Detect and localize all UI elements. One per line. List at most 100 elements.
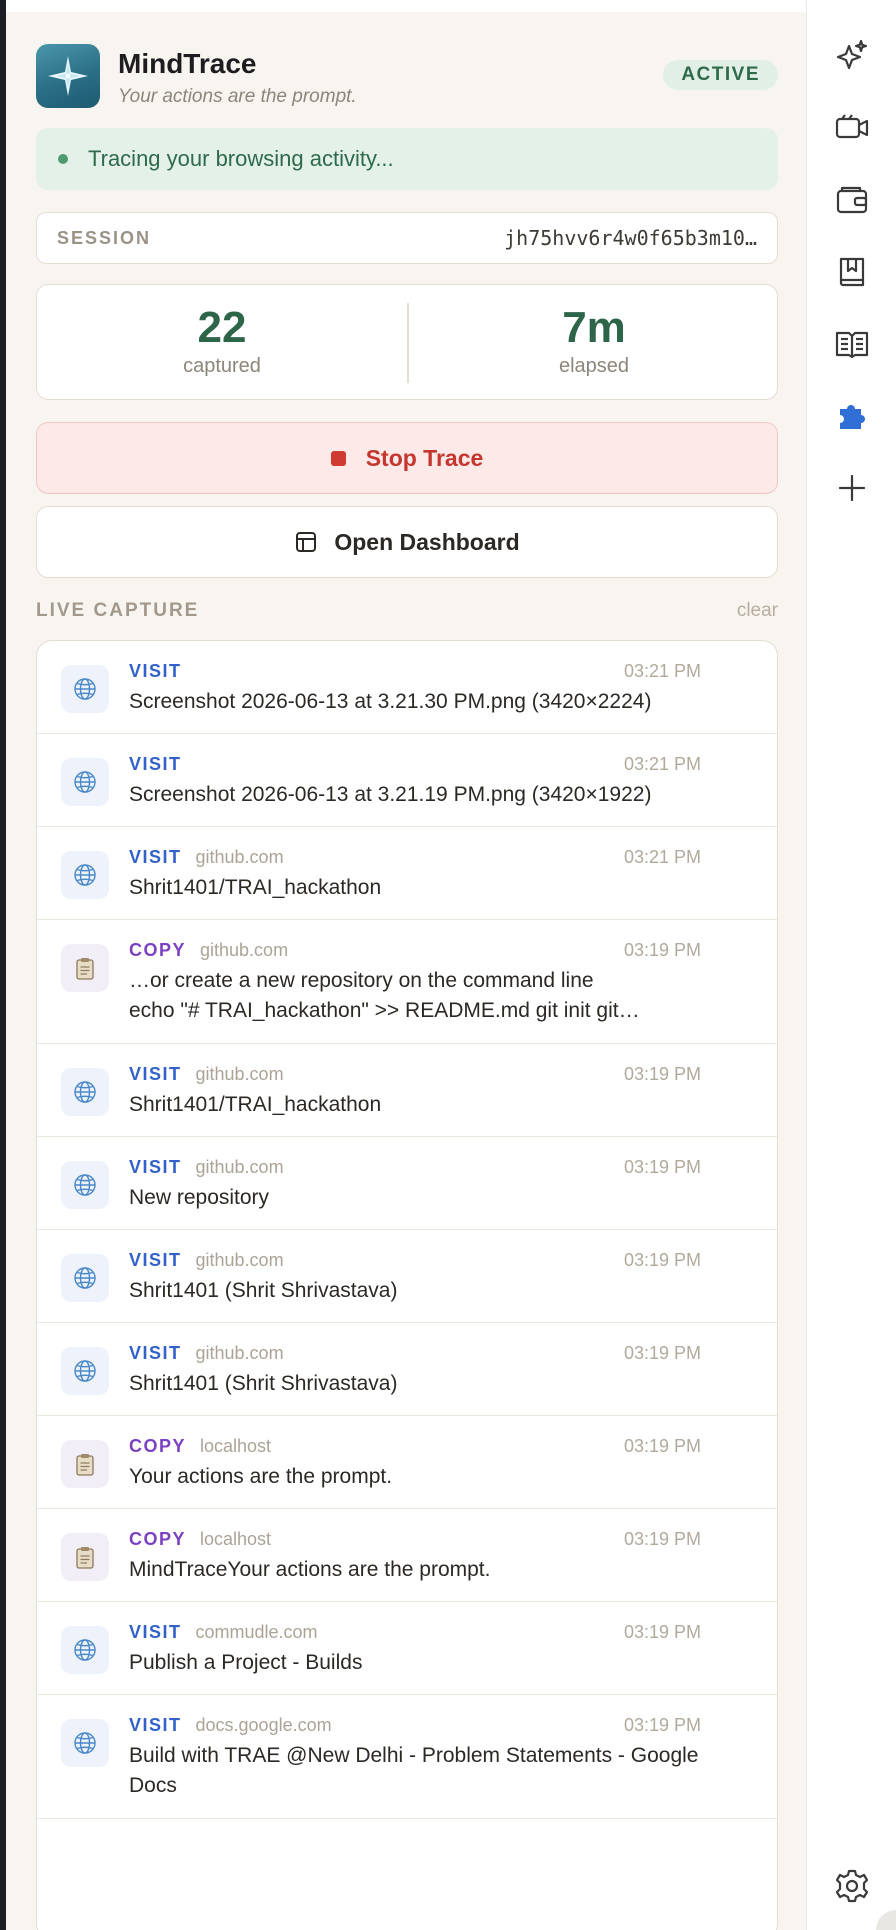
clipboard-icon bbox=[61, 944, 109, 992]
open-dashboard-label: Open Dashboard bbox=[334, 528, 520, 555]
capture-row[interactable]: VISIT 03:21 PM Screenshot 2026-06-13 at 3.… bbox=[37, 734, 777, 827]
capture-row[interactable]: VISIT github.com 03:19 PM New repository bbox=[37, 1137, 777, 1230]
capture-time: 03:19 PM bbox=[623, 1064, 701, 1084]
captured-count: 22 bbox=[197, 303, 247, 352]
capture-text: Shrit1401 (Shrit Shrivastava) bbox=[129, 1279, 398, 1302]
open-dashboard-button[interactable]: Open Dashboard bbox=[36, 506, 778, 578]
capture-domain: github.com bbox=[195, 847, 284, 867]
capture-text: Publish a Project - Builds bbox=[129, 1651, 363, 1674]
capture-meta: COPY github.com bbox=[129, 940, 288, 964]
mindtrace-logo-icon bbox=[36, 44, 100, 108]
capture-row[interactable]: VISIT github.com 03:19 PM Shrit1401/TRAI_ha… bbox=[37, 1044, 777, 1137]
settings-gear-icon[interactable] bbox=[832, 1866, 872, 1906]
capture-row[interactable]: VISIT github.com 03:21 PM Shrit1401/TRAI_ha… bbox=[37, 827, 777, 920]
session-label: SESSION bbox=[57, 228, 152, 248]
capture-meta: VISIT github.com bbox=[129, 1064, 284, 1088]
capture-text: Shrit1401/TRAI_hackathon bbox=[129, 1093, 382, 1116]
capture-text: …or create a new repository on the comma… bbox=[129, 966, 709, 1026]
capture-meta: VISIT github.com bbox=[129, 847, 284, 871]
window-corner bbox=[876, 1910, 896, 1930]
capture-time: 03:19 PM bbox=[623, 1715, 701, 1735]
globe-icon bbox=[61, 1254, 109, 1302]
capture-text: New repository bbox=[129, 1186, 270, 1209]
tracing-status-banner: Tracing your browsing activity... bbox=[36, 128, 778, 190]
capture-meta: VISIT bbox=[129, 754, 196, 778]
capture-kind: VISIT bbox=[129, 754, 182, 774]
wallet-icon[interactable] bbox=[832, 180, 872, 220]
stop-trace-button[interactable]: Stop Trace bbox=[36, 422, 778, 494]
capture-meta: COPY localhost bbox=[129, 1436, 271, 1460]
session-id[interactable]: jh75hvv6r4w0f65b3m10… bbox=[467, 226, 757, 250]
capture-row[interactable]: VISIT commudle.com 03:19 PM Publish a Proje… bbox=[37, 1602, 777, 1695]
capture-domain: localhost bbox=[200, 1529, 272, 1549]
sparkle-star-icon[interactable] bbox=[832, 36, 872, 76]
capture-kind: VISIT bbox=[129, 847, 182, 867]
capture-row[interactable]: COPY github.com 03:19 PM …or create a new r… bbox=[37, 920, 777, 1044]
globe-icon bbox=[61, 1347, 109, 1395]
stats-panel: 22 captured 7m elapsed bbox=[36, 284, 778, 400]
capture-text: Shrit1401 (Shrit Shrivastava) bbox=[129, 1372, 398, 1395]
capture-row[interactable]: VISIT 03:21 PM Screenshot 2026-06-13 at 3.… bbox=[37, 641, 777, 734]
capture-kind: COPY bbox=[129, 1529, 187, 1549]
browser-side-rail bbox=[806, 0, 896, 1930]
elapsed-stat: 7m elapsed bbox=[409, 285, 779, 401]
top-strip bbox=[6, 0, 806, 12]
capture-row[interactable]: VISIT github.com 03:19 PM Shrit1401 (Shrit … bbox=[37, 1230, 777, 1323]
capture-kind: VISIT bbox=[129, 1343, 182, 1363]
capture-row[interactable]: VISIT github.com 03:19 PM Shrit1401 (Shrit … bbox=[37, 1323, 777, 1416]
globe-icon bbox=[61, 665, 109, 713]
capture-time: 03:19 PM bbox=[623, 1157, 701, 1177]
capture-domain: github.com bbox=[200, 940, 289, 960]
globe-icon bbox=[61, 1719, 109, 1767]
clipboard-icon bbox=[61, 1533, 109, 1581]
capture-meta: VISIT github.com bbox=[129, 1343, 284, 1367]
plus-icon[interactable] bbox=[832, 468, 872, 508]
app-title: MindTrace bbox=[118, 48, 257, 79]
captured-label: captured bbox=[183, 355, 261, 377]
globe-icon bbox=[61, 1626, 109, 1674]
capture-domain: commudle.com bbox=[195, 1622, 318, 1642]
globe-icon bbox=[61, 1161, 109, 1209]
capture-time: 03:19 PM bbox=[623, 1436, 701, 1456]
capture-row[interactable]: COPY localhost 03:19 PM Your actions are th… bbox=[37, 1416, 777, 1509]
capture-row[interactable]: VISIT docs.google.com 03:19 PM Build with T… bbox=[37, 1695, 777, 1819]
capture-time: 03:21 PM bbox=[623, 847, 701, 867]
capture-domain: docs.google.com bbox=[195, 1715, 332, 1735]
clear-button[interactable]: clear bbox=[737, 600, 778, 622]
stop-trace-label: Stop Trace bbox=[365, 444, 484, 471]
open-book-icon[interactable] bbox=[832, 324, 872, 364]
capture-text: Shrit1401/TRAI_hackathon bbox=[129, 876, 382, 899]
globe-icon bbox=[61, 758, 109, 806]
capture-time: 03:21 PM bbox=[623, 754, 701, 774]
capture-row[interactable]: COPY localhost 03:19 PM MindTraceYour actio… bbox=[37, 1509, 777, 1602]
capture-domain: localhost bbox=[200, 1436, 272, 1456]
capture-kind: VISIT bbox=[129, 1157, 182, 1177]
capture-kind: COPY bbox=[129, 940, 187, 960]
extension-side-panel: MindTrace Your actions are the prompt. A… bbox=[6, 12, 806, 1930]
capture-kind: VISIT bbox=[129, 661, 182, 681]
status-badge: ACTIVE bbox=[663, 60, 778, 90]
capture-time: 03:19 PM bbox=[623, 940, 701, 960]
app-tagline: Your actions are the prompt. bbox=[118, 86, 357, 107]
session-box: SESSION jh75hvv6r4w0f65b3m10… bbox=[36, 212, 778, 264]
capture-meta: VISIT bbox=[129, 661, 196, 685]
capture-domain: github.com bbox=[195, 1064, 284, 1084]
capture-kind: VISIT bbox=[129, 1064, 182, 1084]
capture-time: 03:19 PM bbox=[623, 1250, 701, 1270]
capture-meta: VISIT github.com bbox=[129, 1250, 284, 1274]
puzzle-extension-icon[interactable] bbox=[832, 396, 872, 436]
capture-domain: github.com bbox=[195, 1250, 284, 1270]
capture-time: 03:19 PM bbox=[623, 1529, 701, 1549]
capture-text: Your actions are the prompt. bbox=[129, 1465, 393, 1488]
video-camera-icon[interactable] bbox=[832, 108, 872, 148]
capture-text: Build with TRAE @New Delhi - Problem Sta… bbox=[129, 1744, 699, 1797]
globe-icon bbox=[61, 1068, 109, 1116]
capture-text: MindTraceYour actions are the prompt. bbox=[129, 1558, 491, 1581]
capture-kind: COPY bbox=[129, 1436, 187, 1456]
capture-text-line: echo "# TRAI_hackathon" >> README.md git… bbox=[129, 999, 640, 1022]
capture-meta: VISIT commudle.com bbox=[129, 1622, 318, 1646]
capture-text: Screenshot 2026-06-13 at 3.21.30 PM.png … bbox=[129, 690, 652, 713]
bookmark-book-icon[interactable] bbox=[832, 252, 872, 292]
capture-text: Screenshot 2026-06-13 at 3.21.19 PM.png … bbox=[129, 783, 652, 806]
capture-time: 03:21 PM bbox=[623, 661, 701, 681]
